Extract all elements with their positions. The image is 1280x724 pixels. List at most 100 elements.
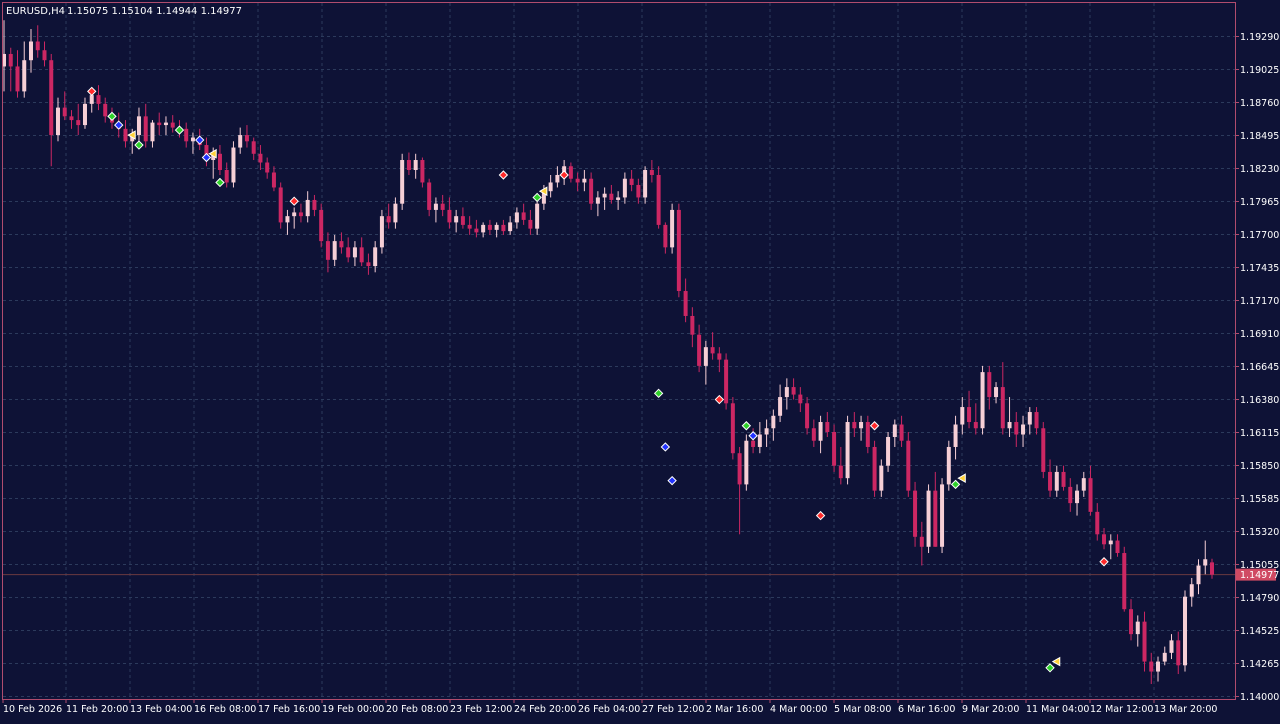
candle-body [190, 137, 195, 142]
candle-body [757, 434, 762, 447]
y-tick-label: 1.19290 [1240, 32, 1279, 43]
candle-body [859, 422, 864, 429]
y-tick-label: 1.17700 [1240, 230, 1279, 241]
candle-body [508, 222, 513, 232]
candle-body [906, 440, 911, 491]
candle-body [238, 135, 243, 148]
candle-body [292, 212, 297, 217]
bear-candle [872, 440, 877, 497]
candle-body [413, 160, 418, 170]
candle-body [1081, 478, 1086, 491]
bear-candle [906, 432, 911, 497]
candle-body [467, 224, 472, 229]
candlestick-chart[interactable]: 1.19290 1.19025 1.18760 1.18495 1.18230 1.179… [0, 0, 1280, 720]
candle-body [49, 60, 54, 136]
candle-body [643, 169, 648, 198]
chart-header: EURUSD,H4 1.15075 1.15104 1.14944 1.1497… [6, 6, 242, 17]
candle-body [440, 203, 445, 210]
candle-body [55, 107, 60, 136]
candle-body [22, 60, 27, 92]
bull-candle [400, 153, 405, 210]
candle-body [568, 166, 573, 179]
candle-body [622, 178, 627, 198]
y-tick-label: 1.19025 [1240, 65, 1279, 76]
candle-body [1021, 424, 1026, 435]
y-tick-label: 1.14525 [1240, 626, 1279, 637]
candle-body [1061, 471, 1066, 487]
candle-body [751, 440, 756, 447]
candle-body [886, 436, 891, 466]
candle-body [994, 387, 999, 398]
candle-body [1149, 661, 1154, 672]
bear-candle [656, 166, 661, 229]
bear-candle [1122, 546, 1127, 612]
x-tick-label: 11 Feb 20:00 [66, 704, 128, 715]
candle-body [946, 446, 951, 485]
candle-body [157, 122, 162, 126]
candle-body [447, 209, 452, 223]
candle-body [1014, 422, 1019, 435]
candle-body [1203, 559, 1208, 566]
bull-candle [379, 209, 384, 254]
candle-body [460, 216, 465, 225]
candle-body [494, 224, 499, 230]
candle-body [1095, 511, 1100, 535]
candle-body [393, 203, 398, 223]
candle-body [217, 153, 222, 170]
x-tick-label: 2 Mar 16:00 [706, 704, 763, 715]
x-tick-label: 6 Mar 16:00 [898, 704, 955, 715]
candle-body [609, 193, 614, 200]
candle-body [96, 95, 101, 104]
x-tick-label: 13 Mar 20:00 [1154, 704, 1217, 715]
candle-body [514, 212, 519, 223]
candle-body [784, 387, 789, 398]
candle-body [582, 178, 587, 183]
candle-body [872, 446, 877, 491]
candle-body [764, 428, 769, 435]
candle-body [8, 53, 13, 67]
candle-body [987, 372, 992, 398]
x-tick-label: 24 Feb 20:00 [514, 704, 576, 715]
candle-body [278, 187, 283, 223]
candle-body [251, 141, 256, 154]
candle-body [1115, 540, 1120, 554]
y-tick-label: 1.15585 [1240, 494, 1279, 505]
candle-body [980, 372, 985, 429]
x-tick-label: 13 Feb 04:00 [130, 704, 192, 715]
candle-body [1162, 652, 1167, 662]
candle-body [744, 440, 749, 485]
y-tick-label: 1.18495 [1240, 131, 1279, 142]
candle-body [730, 403, 735, 454]
candle-body [825, 422, 830, 433]
candle-body [805, 403, 810, 429]
bull-candle [231, 141, 236, 188]
candle-body [1068, 486, 1073, 504]
candle-body [420, 160, 425, 183]
bull-candle [1183, 590, 1188, 672]
candle-body [1054, 471, 1059, 491]
candle-body [683, 291, 688, 316]
bear-candle [278, 182, 283, 229]
candle-body [136, 116, 141, 136]
chart-window[interactable]: 1.19290 1.19025 1.18760 1.18495 1.18230 1.179… [0, 0, 1280, 720]
candle-body [170, 122, 175, 128]
candle-body [818, 422, 823, 441]
candle-body [123, 128, 128, 142]
candle-body [697, 334, 702, 366]
candle-body [325, 241, 330, 260]
x-tick-label: 27 Feb 12:00 [642, 704, 704, 715]
candle-body [919, 536, 924, 547]
candle-body [359, 247, 364, 263]
x-tick-label: 5 Mar 08:00 [834, 704, 891, 715]
chart-background [0, 0, 1280, 720]
candle-body [271, 172, 276, 188]
candle-body [636, 184, 641, 198]
candle-body [35, 41, 40, 51]
bull-candle [940, 478, 945, 554]
candle-body [535, 203, 540, 229]
candle-body [15, 66, 20, 92]
bull-candle [946, 440, 951, 491]
y-tick-label: 1.14265 [1240, 659, 1279, 670]
candle-body [710, 347, 715, 354]
candle-body [42, 50, 47, 61]
